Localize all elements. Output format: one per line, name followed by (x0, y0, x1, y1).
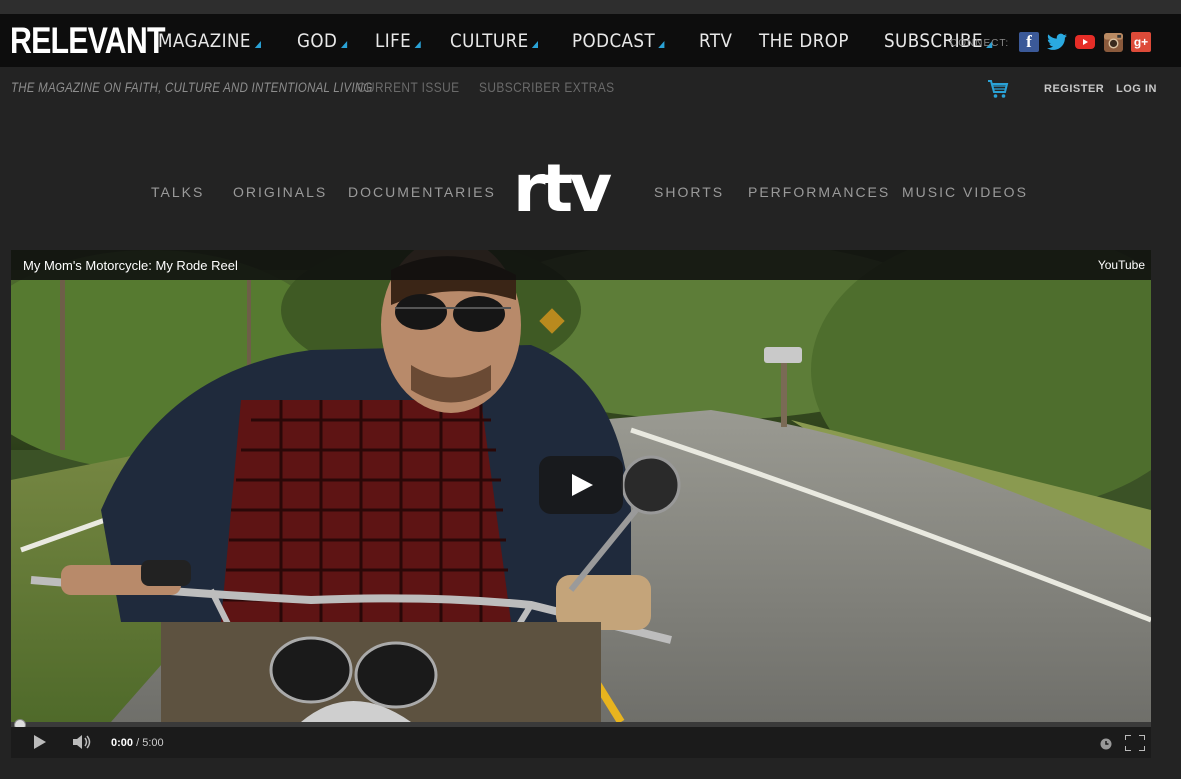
connect-label: CONNECT: (950, 38, 1010, 49)
player-controls: 0:00 / 5:00 (11, 727, 1151, 758)
dropdown-triangle-icon (254, 40, 261, 48)
volume-icon[interactable] (73, 735, 93, 754)
play-icon (572, 474, 593, 496)
rtv-nav-music-videos[interactable]: MUSIC VIDEOS (902, 184, 1028, 200)
youtube-icon[interactable] (1075, 32, 1095, 52)
login-link[interactable]: LOG IN (1116, 83, 1157, 95)
top-strip (0, 0, 1181, 14)
nav-item-life[interactable]: LIFE (375, 30, 422, 52)
video-title[interactable]: My Mom's Motorcycle: My Rode Reel (23, 258, 238, 273)
rtv-nav: TALKS ORIGINALS DOCUMENTARIES rtv SHORTS… (0, 150, 1181, 230)
twitter-icon[interactable] (1047, 32, 1067, 52)
rtv-nav-talks[interactable]: TALKS (151, 184, 204, 200)
time-display: 0:00 / 5:00 (111, 737, 164, 749)
nav-item-magazine[interactable]: MAGAZINE (158, 30, 261, 52)
play-control-icon[interactable] (33, 735, 47, 754)
rtv-nav-originals[interactable]: ORIGINALS (233, 184, 327, 200)
duration: / 5:00 (136, 737, 164, 749)
sub-nav-bar: THE MAGAZINE ON FAITH, CULTURE AND INTEN… (0, 67, 1181, 111)
video-title-bar: My Mom's Motorcycle: My Rode Reel YouTub… (11, 250, 1151, 280)
google-plus-icon[interactable]: g+ (1131, 32, 1151, 52)
site-logo[interactable]: RELEVANT (10, 20, 166, 62)
nav-item-culture[interactable]: CULTURE (450, 30, 538, 52)
cart-icon[interactable] (987, 79, 1009, 104)
site-tagline: THE MAGAZINE ON FAITH, CULTURE AND INTEN… (11, 79, 373, 95)
instagram-icon[interactable] (1103, 32, 1123, 52)
current-issue-link[interactable]: CURRENT ISSUE (357, 79, 460, 95)
rtv-nav-performances[interactable]: PERFORMANCES (748, 184, 890, 200)
watch-later-icon[interactable] (1100, 737, 1112, 755)
dropdown-triangle-icon (415, 40, 422, 48)
rtv-nav-documentaries[interactable]: DOCUMENTARIES (348, 184, 496, 200)
main-nav-bar: RELEVANT MAGAZINE GOD LIFE CULTURE PODCA… (0, 14, 1181, 67)
dropdown-triangle-icon (658, 40, 665, 48)
current-time: 0:00 (111, 737, 134, 749)
dropdown-triangle-icon (531, 40, 538, 48)
rtv-logo[interactable]: rtv (513, 154, 612, 224)
facebook-icon[interactable]: f (1019, 32, 1039, 52)
subscriber-extras-link[interactable]: SUBSCRIBER EXTRAS (479, 79, 615, 95)
play-button-large[interactable] (539, 456, 623, 514)
nav-item-the-drop[interactable]: THE DROP (759, 30, 849, 52)
video-player[interactable]: My Mom's Motorcycle: My Rode Reel YouTub… (11, 250, 1151, 758)
register-link[interactable]: REGISTER (1044, 83, 1104, 95)
rtv-nav-shorts[interactable]: SHORTS (654, 184, 724, 200)
youtube-link[interactable]: YouTube (1098, 258, 1145, 272)
fullscreen-icon[interactable] (1124, 734, 1146, 756)
nav-item-god[interactable]: GOD (297, 30, 347, 52)
dropdown-triangle-icon (340, 40, 347, 48)
nav-item-podcast[interactable]: PODCAST (572, 30, 665, 52)
nav-item-rtv[interactable]: RTV (699, 30, 732, 52)
main-nav: MAGAZINE GOD LIFE CULTURE PODCAST RTV TH… (158, 14, 1029, 67)
